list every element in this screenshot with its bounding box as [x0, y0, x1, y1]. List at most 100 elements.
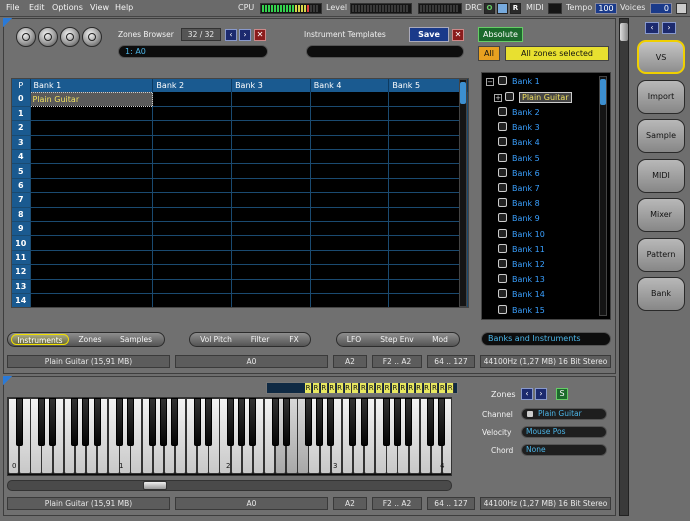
grid-cell[interactable]: [388, 192, 468, 208]
grid-cell[interactable]: [152, 235, 233, 251]
tree-item-bank[interactable]: Bank 10: [498, 228, 545, 242]
menu-options[interactable]: Options: [52, 3, 83, 12]
bank-tree[interactable]: − Bank 1 + Plain Guitar Bank 2 Bank 3 Bank…: [481, 72, 611, 320]
tree-item-bank1[interactable]: Bank 1: [498, 75, 540, 89]
black-key[interactable]: [49, 398, 56, 446]
tab-fx[interactable]: FX: [282, 334, 306, 345]
grid-cell[interactable]: [231, 120, 311, 136]
black-key[interactable]: [282, 398, 290, 446]
black-key[interactable]: [249, 398, 257, 446]
zone-range-key[interactable]: R: [376, 383, 384, 393]
grid-cell[interactable]: [30, 207, 154, 223]
grid-cell[interactable]: [30, 192, 154, 208]
zones-prev-button[interactable]: ‹: [521, 388, 533, 400]
grid-cell[interactable]: [310, 92, 390, 107]
grid-cell[interactable]: [231, 221, 311, 237]
grid-cell[interactable]: [152, 279, 233, 294]
menu-help[interactable]: Help: [115, 3, 133, 12]
grid-header-bank[interactable]: Bank 3: [231, 79, 311, 92]
zones-next-button[interactable]: ›: [535, 388, 547, 400]
grid-cell[interactable]: [30, 149, 154, 165]
black-key[interactable]: [82, 398, 90, 446]
grid-cell[interactable]: [388, 250, 468, 266]
piano-keyboard[interactable]: 0 1 2 3 4: [7, 397, 452, 476]
grid-cell[interactable]: [152, 264, 233, 280]
sidebar-button-vs[interactable]: VS: [637, 40, 685, 74]
black-key[interactable]: [393, 398, 401, 446]
grid-cell[interactable]: [30, 250, 154, 266]
tree-item-bank[interactable]: Bank 5: [498, 152, 540, 166]
keyboard-scroll-thumb[interactable]: [143, 481, 167, 490]
window-menu-icon[interactable]: [676, 3, 687, 14]
black-key[interactable]: [327, 398, 335, 446]
tree-item-bank[interactable]: Bank 2: [498, 106, 540, 120]
grid-cell[interactable]: [388, 279, 468, 294]
grid-cell[interactable]: [30, 279, 154, 294]
black-key[interactable]: [126, 398, 134, 446]
tree-scrollbar[interactable]: [599, 76, 607, 316]
grid-cell[interactable]: [310, 149, 390, 165]
grid-cell[interactable]: [231, 207, 311, 223]
grid-cell[interactable]: [310, 264, 390, 280]
tab-lfo[interactable]: LFO: [341, 334, 367, 345]
sidebar-button-midi[interactable]: MIDI: [637, 158, 685, 193]
grid-cell[interactable]: [388, 120, 468, 136]
all-zones-selected[interactable]: All zones selected: [505, 46, 609, 61]
collapse-icon[interactable]: −: [486, 78, 494, 86]
menu-view[interactable]: View: [90, 3, 109, 12]
sidebar-button-import[interactable]: Import: [637, 79, 685, 114]
grid-cell[interactable]: [231, 250, 311, 266]
grid-cell[interactable]: [231, 163, 311, 179]
grid-cell[interactable]: [310, 163, 390, 179]
grid-cell[interactable]: [152, 192, 233, 208]
black-key[interactable]: [71, 398, 79, 446]
zone-range-key[interactable]: R: [336, 383, 344, 393]
grid-cell[interactable]: [388, 264, 468, 280]
grid-header-bank[interactable]: Bank 2: [152, 79, 233, 92]
black-key[interactable]: [360, 398, 368, 446]
all-button[interactable]: All: [478, 46, 500, 61]
tree-item-bank[interactable]: Bank 14: [498, 288, 545, 302]
zone-range-key[interactable]: R: [431, 383, 439, 393]
grid-cell[interactable]: [310, 221, 390, 237]
sidebar-button-pattern[interactable]: Pattern: [637, 237, 685, 272]
grid-cell[interactable]: [30, 120, 154, 136]
grid-cell[interactable]: [388, 235, 468, 251]
black-key[interactable]: [227, 398, 234, 446]
black-key[interactable]: [37, 398, 45, 446]
grid-cell[interactable]: [30, 235, 154, 251]
grid-cell[interactable]: [310, 293, 390, 307]
black-key[interactable]: [304, 398, 312, 446]
grid-cell[interactable]: [388, 293, 468, 307]
tree-item-bank[interactable]: Bank 6: [498, 167, 540, 181]
tab-mod[interactable]: Mod: [425, 334, 455, 345]
zone-range-key[interactable]: R: [368, 383, 376, 393]
o-toggle[interactable]: O: [484, 3, 495, 14]
grid-cell[interactable]: [388, 106, 468, 122]
grid-cell[interactable]: [152, 149, 233, 165]
grid-cell[interactable]: [231, 293, 311, 307]
zone-range-key[interactable]: R: [423, 383, 431, 393]
grid-cell[interactable]: [310, 135, 390, 151]
zone-range-key[interactable]: R: [439, 383, 447, 393]
grid-cell[interactable]: [231, 235, 311, 251]
tree-item-bank[interactable]: Bank 3: [498, 121, 540, 135]
grid-cell[interactable]: [152, 135, 233, 151]
zone-next-button[interactable]: ›: [239, 29, 251, 41]
grid-cell[interactable]: [231, 279, 311, 294]
waveform-icon[interactable]: [60, 27, 80, 47]
sidebar-prev-button[interactable]: ‹: [645, 22, 659, 34]
save-disk-icon[interactable]: [38, 27, 58, 47]
black-key[interactable]: [149, 398, 157, 446]
expand-icon[interactable]: +: [494, 94, 502, 102]
splitter-handle[interactable]: [620, 23, 628, 41]
menu-edit[interactable]: Edit: [29, 3, 45, 12]
grid-cell[interactable]: [30, 264, 154, 280]
zone-range-key[interactable]: R: [384, 383, 391, 393]
grid-cell[interactable]: [152, 293, 233, 307]
black-key[interactable]: [316, 398, 323, 446]
zone-range-key[interactable]: R: [352, 383, 360, 393]
grid-cell[interactable]: [30, 293, 154, 307]
grid-cell[interactable]: [388, 135, 468, 151]
black-key[interactable]: [160, 398, 168, 446]
